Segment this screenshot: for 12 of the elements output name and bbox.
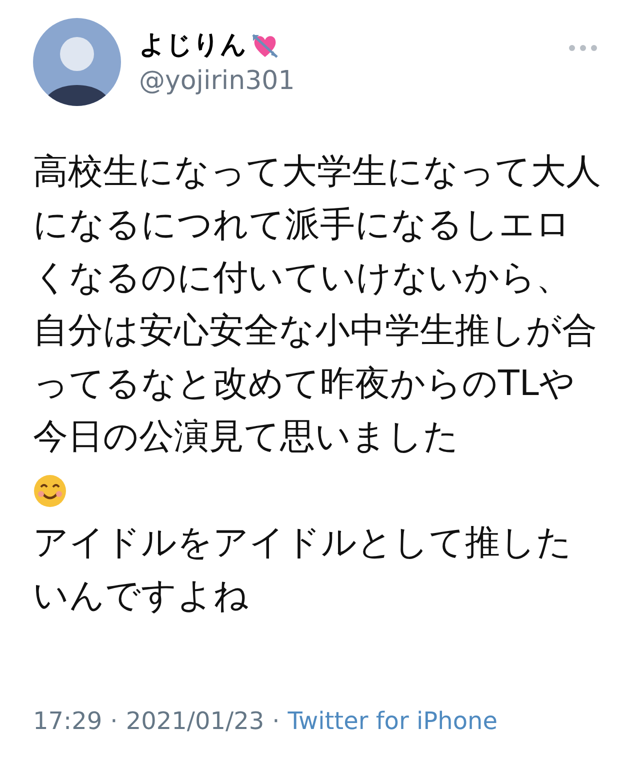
tweet-text: 高校生になって大学生になって大人になるにつれて派手になるしエロくなるのに付いていけないから、自分は安心安全な小中学生推しが合ってるなと改めて昨夜からのTLや今日の公演見て思いました [33,151,601,459]
tweet-text: アイドルをアイドルとして推したいんですよね [33,522,573,618]
smiling-face-icon [33,474,67,508]
heart-with-arrow-icon [251,32,279,59]
user-handle: @yojirin301 [139,65,296,98]
more-options-icon[interactable] [568,44,598,52]
separator: · [272,706,280,737]
display-name: よじりん [139,29,247,62]
tweet-time: 17:29 [33,706,102,737]
source-link[interactable]: Twitter for iPhone [288,703,498,739]
separator: · [110,706,118,737]
tweet-date: 2021/01/23 [126,706,264,737]
